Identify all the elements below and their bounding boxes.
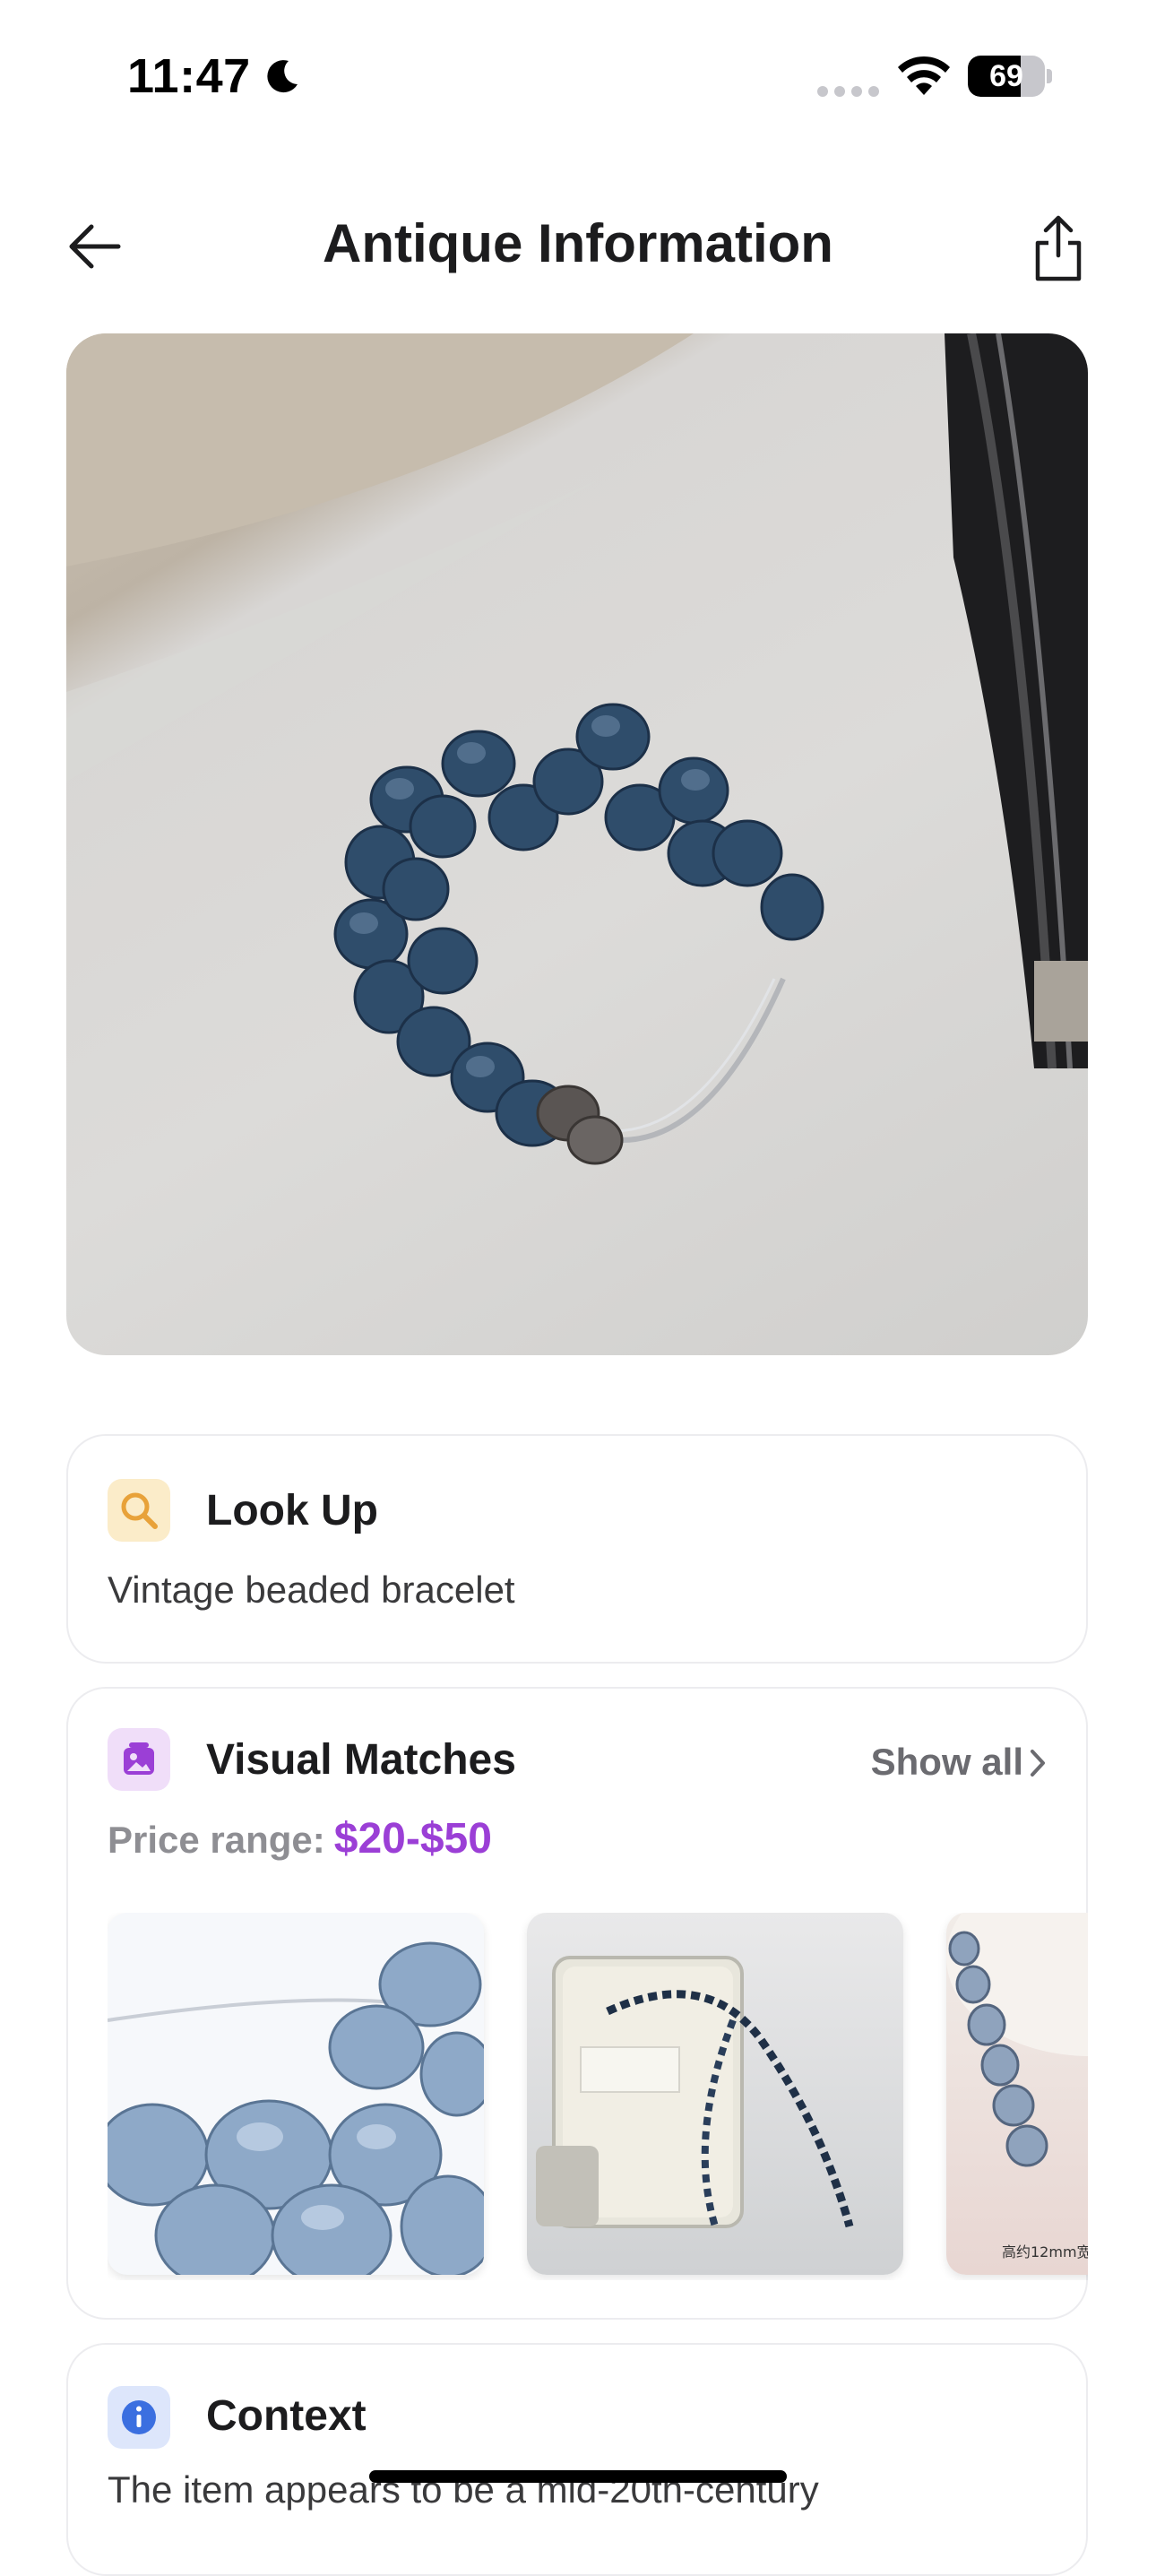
wifi-icon [898,56,950,95]
share-icon[interactable] [1029,212,1088,284]
info-icon [108,2386,170,2449]
match-thumb-caption: 高约12mm宽 [1002,2243,1088,2260]
context-title: Context [206,2392,367,2440]
price-value: $20-$50 [333,1815,492,1863]
price-range: Price range: $20-$50 [108,1814,492,1863]
context-card: Context The item appears to be a mid-20t… [66,2343,1088,2576]
visual-matches-card: Visual Matches Show all Price range: $20-… [66,1687,1088,2320]
price-label: Price range: [108,1819,325,1861]
chevron-right-icon[interactable] [1029,1748,1047,1778]
battery-level: 69 [989,59,1023,93]
status-bar: 11:47 69 [0,0,1156,157]
lookup-value: Vintage beaded bracelet [108,1569,515,1611]
moon-icon [267,60,298,93]
match-thumb-crystal-beads[interactable] [108,1913,484,2275]
page-title: Antique Information [323,213,833,273]
nav-bar: Antique Information [0,193,1156,300]
match-thumb-perfume-bottle-bracelet[interactable] [527,1913,903,2275]
beaded-bracelet-photo [66,333,1088,1165]
image-gallery-icon [108,1728,170,1791]
home-indicator[interactable] [369,2470,787,2483]
match-thumb-bead-strand[interactable]: 高约12mm宽 [946,1913,1088,2275]
visual-matches-strip[interactable]: 高约12mm宽 [108,1913,1088,2280]
visual-matches-title: Visual Matches [206,1736,516,1784]
status-time: 11:47 [127,49,251,103]
cellular-dots-icon [817,86,879,97]
lookup-card[interactable]: Look Up Vintage beaded bracelet [66,1434,1088,1664]
show-all-button[interactable]: Show all [871,1741,1023,1784]
battery-icon: 69 [968,56,1052,97]
lookup-title: Look Up [206,1487,378,1534]
hero-photo[interactable] [66,333,1088,1355]
search-icon [108,1479,170,1542]
